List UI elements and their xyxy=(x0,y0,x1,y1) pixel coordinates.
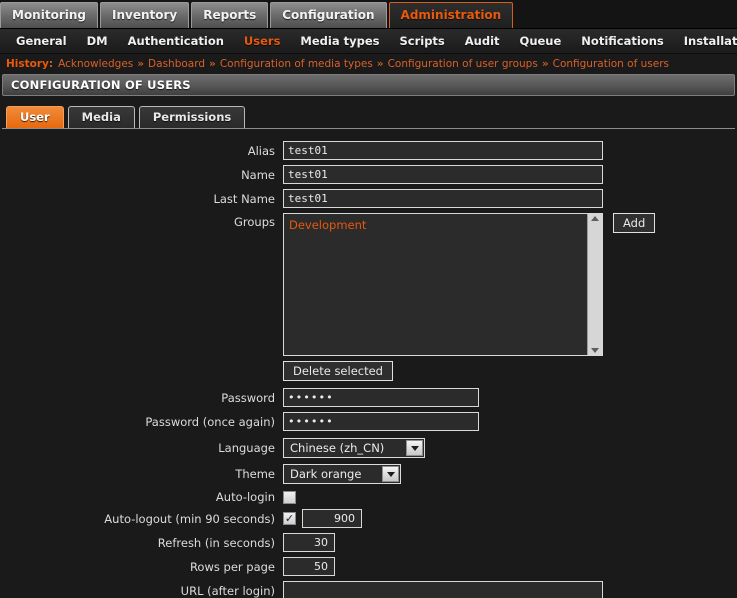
field-row-theme: Theme Dark orange xyxy=(0,464,737,484)
user-configuration-form: Alias Name Last Name Groups Development xyxy=(0,129,737,598)
field-row-rows-per-page: Rows per page xyxy=(0,557,737,576)
last-name-input[interactable] xyxy=(283,189,603,208)
password-label: Password xyxy=(221,390,275,405)
url-after-login-label: URL (after login) xyxy=(180,583,275,598)
theme-select-value: Dark orange xyxy=(290,467,362,481)
breadcrumb-label: History: xyxy=(6,58,54,70)
subnav-item-authentication[interactable]: Authentication xyxy=(118,34,234,48)
chevron-down-icon[interactable] xyxy=(382,466,399,482)
field-row-refresh: Refresh (in seconds) xyxy=(0,533,737,552)
page-title: CONFIGURATION OF USERS xyxy=(11,78,191,92)
chevron-down-icon[interactable] xyxy=(406,440,423,456)
nav-tab-reports[interactable]: Reports xyxy=(191,2,269,28)
field-row-password: Password xyxy=(0,388,737,407)
subnav-item-notifications[interactable]: Notifications xyxy=(571,34,673,48)
field-row-password-again: Password (once again) xyxy=(0,412,737,431)
scroll-up-arrow-icon[interactable] xyxy=(591,216,599,221)
field-row-name: Name xyxy=(0,165,737,184)
subnav-item-installation[interactable]: Installation xyxy=(674,34,737,48)
rows-per-page-label: Rows per page xyxy=(189,559,275,574)
last-name-label: Last Name xyxy=(213,191,275,206)
nav-tab-inventory[interactable]: Inventory xyxy=(100,2,190,28)
auto-logout-label: Auto-logout (min 90 seconds) xyxy=(104,511,275,526)
groups-label: Groups xyxy=(233,215,275,229)
scroll-down-arrow-icon[interactable] xyxy=(591,348,599,353)
auto-login-label: Auto-login xyxy=(215,490,275,504)
field-row-language: Language Chinese (zh_CN) xyxy=(0,438,737,458)
tab-media[interactable]: Media xyxy=(67,106,135,128)
subnav-item-general[interactable]: General xyxy=(6,34,77,48)
subnav-item-scripts[interactable]: Scripts xyxy=(389,34,454,48)
groups-scrollbar[interactable] xyxy=(587,214,602,355)
breadcrumb-link-configuration-of-users[interactable]: Configuration of users xyxy=(553,58,669,70)
field-row-last-name: Last Name xyxy=(0,189,737,208)
theme-label: Theme xyxy=(235,467,275,481)
tab-permissions[interactable]: Permissions xyxy=(138,106,246,128)
field-row-url-after-login: URL (after login) xyxy=(0,581,737,598)
groups-listbox-items: Development xyxy=(284,214,587,355)
url-after-login-input[interactable] xyxy=(283,581,603,598)
subnav-item-queue[interactable]: Queue xyxy=(510,34,572,48)
field-row-delete-selected: Delete selected xyxy=(0,361,737,381)
add-group-button[interactable]: Add xyxy=(613,213,656,233)
theme-select[interactable]: Dark orange xyxy=(283,464,401,484)
subnav-item-media-types[interactable]: Media types xyxy=(290,34,389,48)
list-item[interactable]: Development xyxy=(289,218,582,233)
breadcrumb-separator: » xyxy=(541,58,549,70)
breadcrumb-link-acknowledges[interactable]: Acknowledges xyxy=(58,58,133,70)
breadcrumb: History: Acknowledges » Dashboard » Conf… xyxy=(0,54,737,74)
refresh-input[interactable] xyxy=(283,533,335,552)
subnav-item-dm[interactable]: DM xyxy=(77,34,118,48)
breadcrumb-link-configuration-of-user-groups[interactable]: Configuration of user groups xyxy=(388,58,538,70)
language-select-value: Chinese (zh_CN) xyxy=(290,441,385,455)
form-tabs: User Media Permissions xyxy=(0,103,737,128)
delete-selected-button[interactable]: Delete selected xyxy=(283,361,393,381)
subnav-item-audit[interactable]: Audit xyxy=(455,34,510,48)
password-again-input[interactable] xyxy=(283,412,479,431)
breadcrumb-separator: » xyxy=(137,58,145,70)
sub-navigation: General DM Authentication Users Media ty… xyxy=(0,29,737,54)
groups-listbox[interactable]: Development xyxy=(283,213,603,356)
password-again-label: Password (once again) xyxy=(145,414,275,429)
field-row-alias: Alias xyxy=(0,141,737,160)
alias-input[interactable] xyxy=(283,141,603,160)
breadcrumb-separator: » xyxy=(209,58,216,70)
auto-logout-input[interactable] xyxy=(302,509,362,528)
alias-label: Alias xyxy=(247,143,275,158)
nav-tab-configuration[interactable]: Configuration xyxy=(270,2,387,28)
breadcrumb-link-configuration-of-media-types[interactable]: Configuration of media types xyxy=(220,58,373,70)
breadcrumb-link-dashboard[interactable]: Dashboard xyxy=(148,58,205,70)
nav-tab-monitoring[interactable]: Monitoring xyxy=(0,2,98,28)
auto-login-checkbox[interactable]: ✓ xyxy=(283,490,296,504)
field-row-auto-logout: Auto-logout (min 90 seconds) ✓ xyxy=(0,509,737,528)
page-title-bar: CONFIGURATION OF USERS xyxy=(2,74,735,96)
subnav-item-users[interactable]: Users xyxy=(234,34,291,48)
breadcrumb-separator: » xyxy=(376,58,384,70)
rows-per-page-input[interactable] xyxy=(283,557,335,576)
language-select[interactable]: Chinese (zh_CN) xyxy=(283,438,425,458)
language-label: Language xyxy=(218,441,275,455)
field-row-auto-login: Auto-login ✓ xyxy=(0,490,737,504)
password-input[interactable] xyxy=(283,388,479,407)
name-input[interactable] xyxy=(283,165,603,184)
main-navigation: Monitoring Inventory Reports Configurati… xyxy=(0,0,737,29)
name-label: Name xyxy=(241,167,275,182)
auto-logout-checkbox[interactable]: ✓ xyxy=(283,512,296,525)
refresh-label: Refresh (in seconds) xyxy=(157,535,275,550)
field-row-groups: Groups Development Add xyxy=(0,213,737,356)
tab-user[interactable]: User xyxy=(6,106,64,128)
nav-tab-administration[interactable]: Administration xyxy=(388,2,514,28)
